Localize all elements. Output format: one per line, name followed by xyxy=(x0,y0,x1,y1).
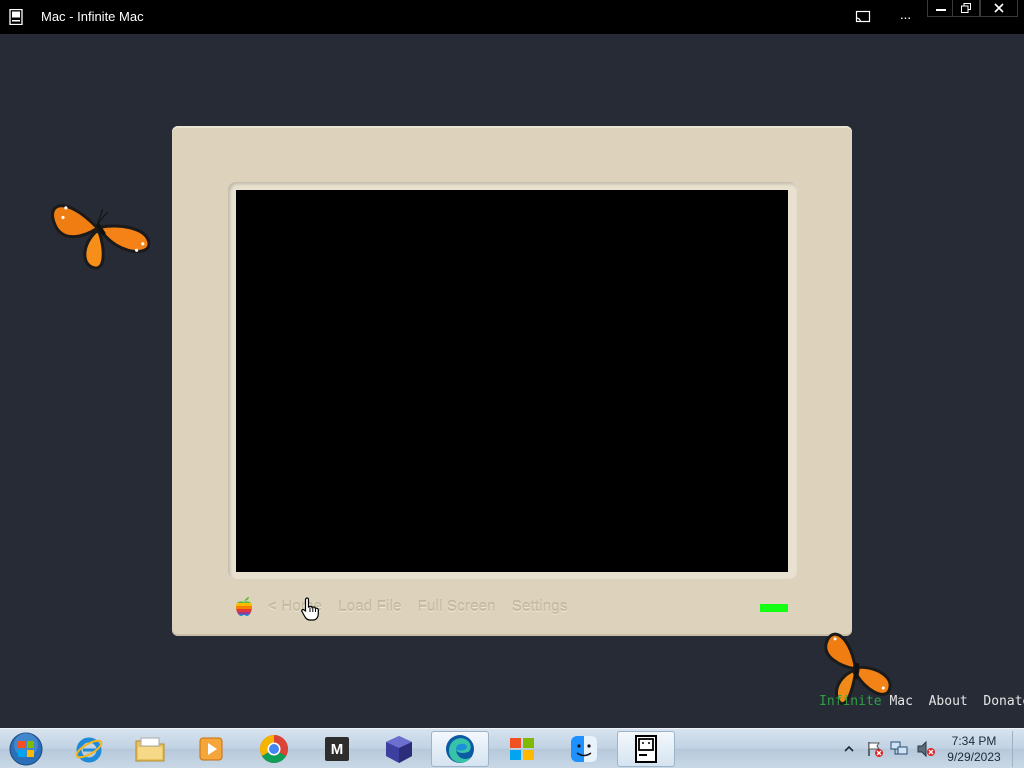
cube-icon xyxy=(386,736,412,763)
action-center-flag-icon[interactable] xyxy=(866,740,884,758)
taskbar-3d-cube[interactable] xyxy=(370,731,428,767)
load-file-link[interactable]: Load File xyxy=(338,598,402,615)
more-button[interactable]: ··· xyxy=(890,0,920,34)
cast-icon xyxy=(855,10,871,23)
cast-button[interactable] xyxy=(850,0,876,34)
clock-date: 9/29/2023 xyxy=(947,750,1001,764)
full-screen-link[interactable]: Full Screen xyxy=(418,598,496,615)
close-button[interactable] xyxy=(980,0,1018,17)
donate-link[interactable]: Donate xyxy=(983,694,1024,709)
media-player-icon xyxy=(199,737,223,761)
hand-cursor-icon xyxy=(301,597,319,621)
taskbar-internet-explorer[interactable] xyxy=(60,731,118,767)
restore-button[interactable] xyxy=(952,0,980,17)
m-app-glyph: M xyxy=(330,740,344,758)
brand-space-2 xyxy=(913,694,929,709)
volume-muted-icon[interactable] xyxy=(916,740,936,758)
site-footer: Infinite Mac About Donate xyxy=(819,694,1024,709)
more-icon: ··· xyxy=(899,9,912,25)
taskbar-infinite-mac[interactable] xyxy=(617,731,675,767)
about-link[interactable]: About xyxy=(929,694,968,709)
network-icon[interactable] xyxy=(890,740,910,758)
window-title: Mac - Infinite Mac xyxy=(41,9,144,24)
taskbar-windows-store[interactable] xyxy=(493,731,551,767)
m-app-icon: M xyxy=(325,737,349,761)
close-icon xyxy=(994,3,1004,13)
brand-infinite: Infinite xyxy=(819,694,882,709)
system-tray xyxy=(842,729,936,768)
chrome-icon xyxy=(260,735,288,763)
minimize-button[interactable] xyxy=(927,0,955,17)
finder-icon xyxy=(571,736,597,762)
brand-mac[interactable]: Mac xyxy=(889,694,912,709)
show-hidden-icons-icon[interactable] xyxy=(842,742,856,756)
windows-orb-icon xyxy=(9,732,43,766)
show-desktop-button[interactable] xyxy=(1012,731,1024,767)
clock-time: 7:34 PM xyxy=(951,734,997,748)
taskbar-media-player[interactable] xyxy=(182,731,240,767)
settings-link[interactable]: Settings xyxy=(512,598,568,615)
brand-space xyxy=(882,694,890,709)
emulator-controls: < Home Load File Full Screen Settings xyxy=(234,594,584,618)
minimize-icon xyxy=(936,9,946,11)
activity-led xyxy=(760,604,788,612)
taskbar-edge[interactable] xyxy=(431,731,489,767)
taskbar-finder[interactable] xyxy=(555,731,613,767)
clock[interactable]: 7:34 PM 9/29/2023 xyxy=(936,733,1012,765)
start-button[interactable] xyxy=(6,731,46,767)
app-icon xyxy=(9,9,23,25)
brand-space-3 xyxy=(968,694,984,709)
folder-icon xyxy=(135,737,165,762)
title-bar: Mac - Infinite Mac ··· xyxy=(0,0,1024,34)
taskbar-file-explorer[interactable] xyxy=(121,731,179,767)
mac-bezel: < Home Load File Full Screen Settings xyxy=(172,126,852,636)
taskbar-m-app[interactable]: M xyxy=(308,731,366,767)
windows-logo-icon xyxy=(510,738,534,760)
emulator-screen[interactable] xyxy=(236,190,788,572)
edge-icon xyxy=(446,735,474,763)
butterfly-decoration xyxy=(51,204,150,270)
taskbar: M 7:34 PM 9/29/2023 xyxy=(0,728,1024,768)
restore-icon xyxy=(961,3,971,13)
classic-mac-icon xyxy=(635,735,657,763)
taskbar-chrome[interactable] xyxy=(245,731,303,767)
apple-logo-icon xyxy=(236,597,252,616)
internet-explorer-icon xyxy=(75,737,103,763)
